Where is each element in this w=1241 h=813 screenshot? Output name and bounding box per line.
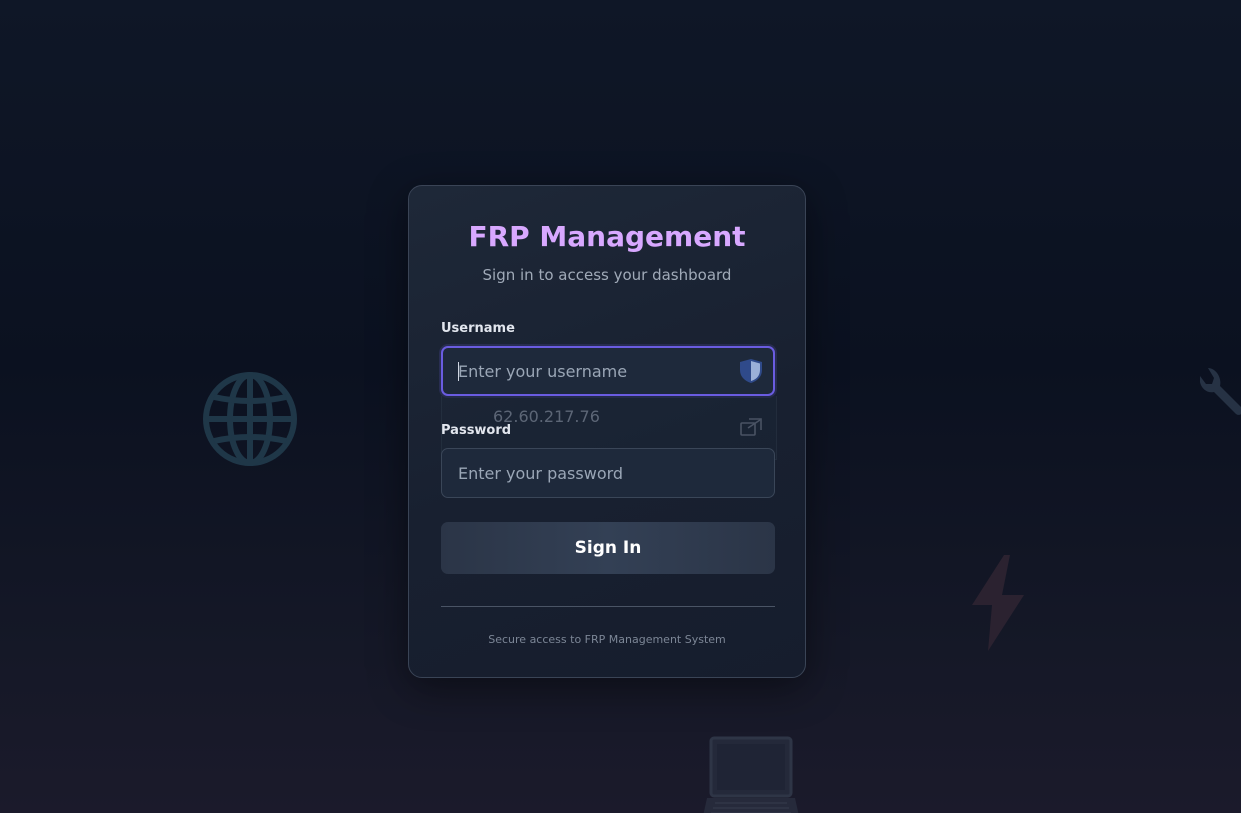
password-manager-shield-icon[interactable]: [739, 358, 763, 384]
page-title: FRP Management: [468, 220, 746, 253]
text-caret: [458, 362, 459, 381]
lightning-bolt-icon: [972, 555, 1024, 651]
page-subtitle: Sign in to access your dashboard: [482, 266, 732, 284]
divider: [441, 606, 775, 607]
username-label: Username: [441, 321, 515, 336]
username-input[interactable]: [441, 346, 775, 396]
globe-icon: [203, 372, 297, 466]
laptop-icon: [703, 736, 799, 813]
password-label: Password: [441, 423, 512, 438]
sign-in-button[interactable]: Sign In: [441, 522, 775, 574]
footer-text: Secure access to FRP Management System: [488, 633, 726, 646]
login-card: FRP Management Sign in to access your da…: [408, 185, 806, 678]
password-input[interactable]: [441, 448, 775, 498]
open-external-icon: [740, 418, 762, 436]
wrench-icon: [1200, 368, 1241, 415]
